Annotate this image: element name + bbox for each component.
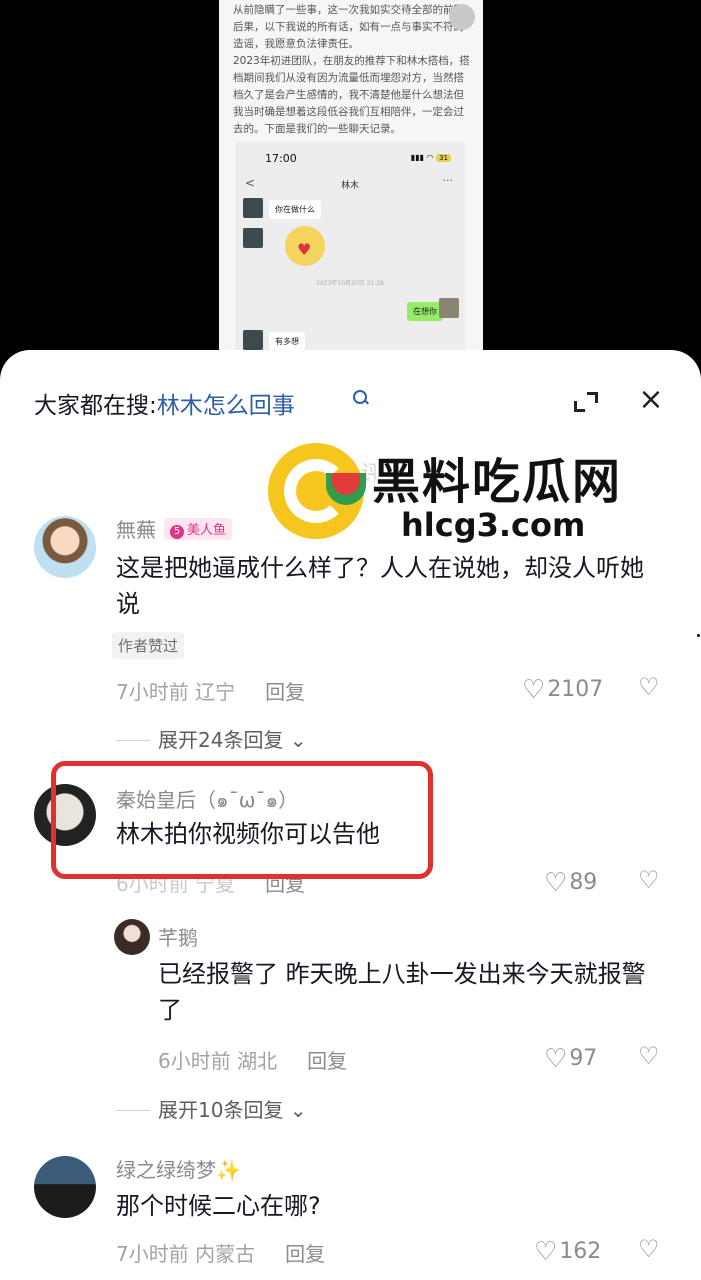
like-button[interactable]: ♡89 [544, 868, 597, 898]
comment-location: 内蒙古 [195, 1242, 256, 1266]
reply-username[interactable]: 芊鹅 [158, 922, 198, 951]
reply-button[interactable]: 回复 [265, 680, 305, 704]
divider-line [116, 1110, 150, 1111]
chat-contact-name: 林木 [340, 181, 359, 191]
like-count: 97 [569, 1046, 598, 1071]
chat-message: 你在做什么 [269, 200, 321, 219]
search-suggestion[interactable]: 大家都在搜:林木怎么回事 [34, 386, 295, 420]
chat-avatar [243, 330, 263, 350]
phone-time: 17:00 [265, 152, 297, 165]
dislike-icon[interactable]: ♡ [638, 1042, 660, 1070]
expand-replies-label: 展开24条回复 [158, 728, 284, 752]
heart-icon: ♡ [544, 868, 568, 898]
divider-line [116, 740, 150, 741]
chat-avatar [243, 228, 263, 248]
document-avatar [449, 4, 475, 30]
like-count: 89 [569, 870, 598, 895]
comment-time: 7小时前 [116, 1242, 189, 1266]
comment-meta: 7小时前 内蒙古 回复 [116, 1238, 325, 1267]
chat-more-icon: ··· [442, 174, 454, 187]
heart-icon: ♡ [544, 1044, 568, 1074]
comment-time: 7小时前 [116, 680, 189, 704]
chat-timestamp: 2023年10月20日 21:28 [316, 280, 384, 287]
search-keyword[interactable]: 林木怎么回事 [157, 393, 295, 419]
comment-location: 辽宁 [195, 680, 236, 704]
chat-avatar [439, 298, 459, 318]
chat-avatar [243, 198, 263, 218]
chevron-down-icon: ⌄ [289, 728, 307, 752]
search-icon[interactable] [353, 390, 367, 404]
expand-replies-button[interactable]: 展开10条回复 ⌄ [116, 1094, 307, 1123]
like-button[interactable]: ♡97 [544, 1044, 597, 1074]
stray-dot [697, 634, 700, 637]
avatar[interactable] [34, 1156, 96, 1218]
avatar[interactable] [114, 919, 150, 955]
like-count: 162 [559, 1239, 602, 1264]
comment-username[interactable]: 無蕪 5 美人鱼 [116, 514, 233, 543]
dislike-icon[interactable]: ♡ [638, 866, 660, 894]
author-liked-tag: 作者赞过 [112, 632, 185, 659]
like-count: 2107 [547, 677, 604, 702]
dislike-icon[interactable]: ♡ [638, 673, 660, 701]
comment-username[interactable]: 绿之绿绮梦✨ [116, 1154, 241, 1183]
comment-text: 那个时候二心在哪? [116, 1192, 321, 1220]
reply-meta: 6小时前 湖北 回复 [158, 1045, 347, 1074]
battery-icon: 31 [436, 154, 451, 162]
watermark-title: 黑料吃瓜网 [372, 454, 623, 510]
comment-text: 这是把她逼成什么样了？人人在说她，却没人听她说 [116, 554, 644, 618]
reply-button[interactable]: 回复 [285, 1242, 325, 1266]
like-button[interactable]: ♡2107 [522, 675, 603, 705]
watermark-logo-icon [268, 443, 366, 539]
chat-message-sent: 在想你 [407, 302, 443, 321]
reply-text: 已经报警了 昨天晚上八卦一发出来今天就报警了 [158, 960, 646, 1024]
comment-location: 湖北 [237, 1049, 278, 1073]
fan-badge: 5 美人鱼 [164, 518, 233, 540]
username-text: 無蕪 [116, 518, 156, 542]
video-background: 从前隐瞒了一些事，这一次我如实交待全部的前因后果，以下我说的所有话，如有一点与事… [0, 0, 701, 380]
reply-button[interactable]: 回复 [307, 1049, 347, 1073]
chevron-down-icon: ⌄ [289, 1098, 307, 1122]
comment-time: 6小时前 [158, 1049, 231, 1073]
dislike-icon[interactable]: ♡ [638, 1235, 660, 1263]
chat-screenshot: 17:00 ▮▮▮ ◠ 31 < 林木 ··· 你在做什么 2023年10月20… [235, 142, 465, 380]
comment-meta: 7小时前 辽宁 回复 [116, 676, 305, 705]
watermark-url: hlcg3.com [401, 506, 586, 544]
heart-icon: ♡ [522, 675, 546, 705]
avatar[interactable] [34, 516, 96, 578]
close-icon[interactable]: × [636, 385, 666, 415]
emoji-sticker-icon [285, 226, 325, 266]
phone-status-bar: ▮▮▮ ◠ 31 [411, 153, 451, 162]
expand-icon[interactable] [572, 390, 600, 414]
badge-label: 美人鱼 [187, 523, 227, 538]
chat-message: 有多想 [269, 332, 305, 351]
expand-replies-label: 展开10条回复 [158, 1098, 284, 1122]
document-screenshot: 从前隐瞒了一些事，这一次我如实交待全部的前因后果，以下我说的所有话，如有一点与事… [219, 0, 483, 380]
badge-level: 5 [170, 525, 184, 539]
search-prefix: 大家都在搜: [34, 393, 157, 419]
document-text: 从前隐瞒了一些事，这一次我如实交待全部的前因后果，以下我说的所有话，如有一点与事… [233, 4, 470, 135]
heart-icon: ♡ [534, 1237, 558, 1267]
highlight-box [51, 761, 433, 879]
expand-replies-button[interactable]: 展开24条回复 ⌄ [116, 724, 307, 753]
like-button[interactable]: ♡162 [534, 1237, 601, 1267]
